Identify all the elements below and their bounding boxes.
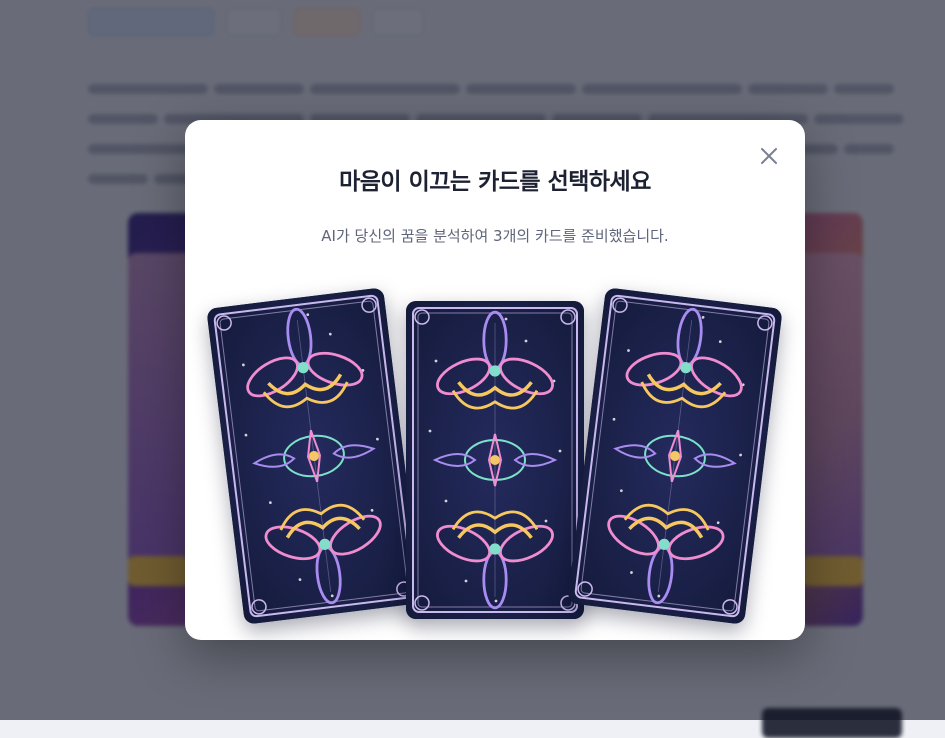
tarot-card-left[interactable]: [206, 287, 422, 625]
tarot-card-back-icon: [568, 288, 782, 624]
tarot-card-right[interactable]: [567, 287, 783, 625]
modal-title: 마음이 이끄는 카드를 선택하세요: [339, 169, 651, 195]
tarot-card-back-icon: [406, 301, 584, 619]
tarot-card-middle[interactable]: [406, 301, 584, 619]
modal-subtitle: AI가 당신의 꿈을 분석하여 3개의 카드를 준비했습니다.: [321, 227, 669, 245]
card-select-modal: 마음이 이끄는 카드를 선택하세요 AI가 당신의 꿈을 분석하여 3개의 카드…: [185, 120, 805, 640]
tarot-card-back-icon: [207, 288, 421, 624]
